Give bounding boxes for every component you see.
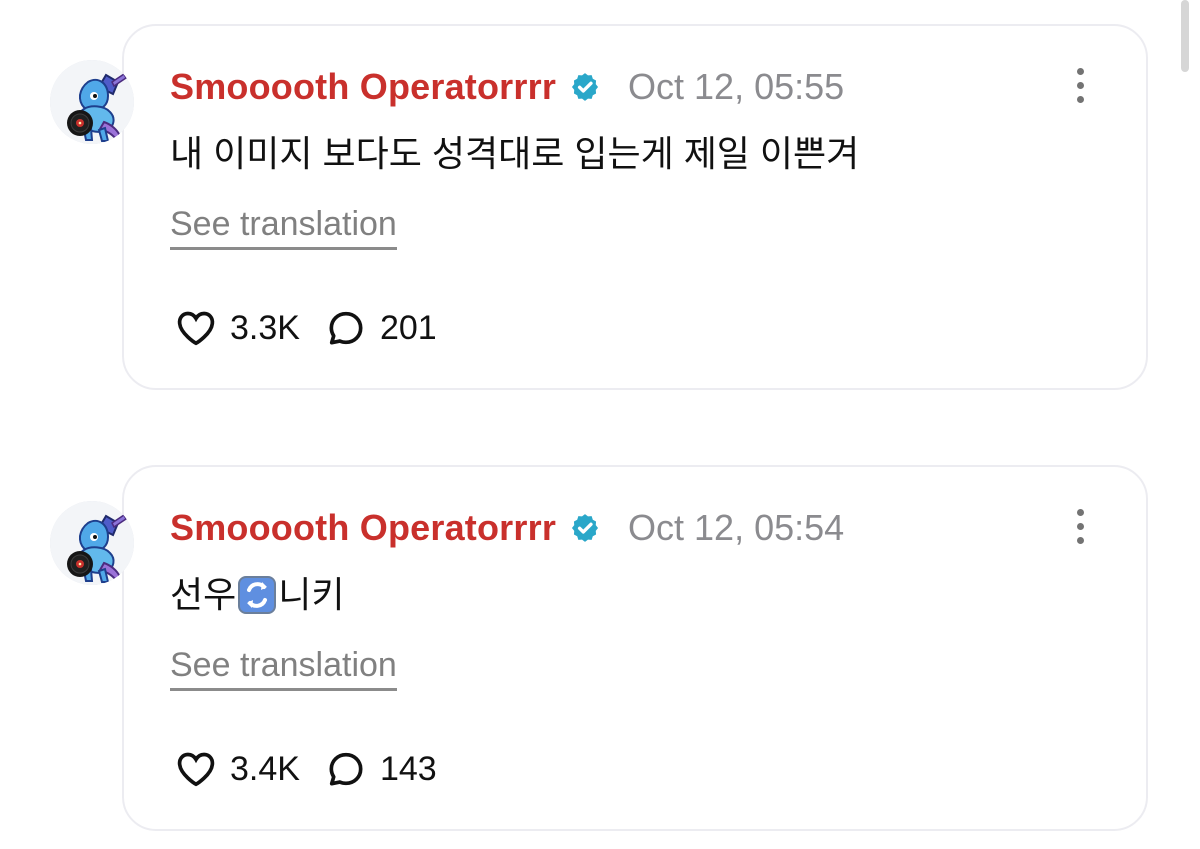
post-text: 선우 니키 — [170, 575, 345, 615]
heart-icon — [177, 311, 215, 346]
author-avatar[interactable] — [50, 501, 134, 585]
like-count: 3.3K — [230, 309, 300, 347]
more-dot-icon — [1077, 509, 1084, 516]
post-timestamp[interactable]: Oct 12, 05:55 — [628, 69, 844, 105]
speech-bubble-icon — [329, 752, 363, 786]
post-card: Smooooth Operatorrrr Oct 12, 05:54 선우 니키… — [50, 465, 1148, 831]
post-text-part: 선우 — [170, 574, 237, 616]
more-options-button[interactable] — [1068, 66, 1092, 106]
page-scrollbar[interactable] — [1181, 0, 1189, 72]
author-name[interactable]: Smooooth Operatorrrr — [170, 69, 556, 105]
mascot-avatar-icon — [50, 60, 134, 144]
author-avatar[interactable] — [50, 60, 134, 144]
like-count: 3.4K — [230, 750, 300, 788]
speech-bubble-icon — [329, 311, 363, 345]
comment-button[interactable]: 143 — [324, 747, 437, 791]
more-dot-icon — [1077, 68, 1084, 75]
heart-icon — [177, 752, 215, 787]
verified-icon — [571, 514, 599, 542]
post-text: 내 이미지 보다도 성격대로 입는게 제일 이쁜겨 — [170, 133, 860, 174]
mascot-avatar-icon — [50, 501, 134, 585]
author-name[interactable]: Smooooth Operatorrrr — [170, 510, 556, 546]
more-options-button[interactable] — [1068, 507, 1092, 547]
post-actions: 3.4K 143 — [174, 747, 437, 791]
repeat-emoji-icon — [238, 576, 277, 614]
comment-count: 201 — [379, 309, 437, 347]
more-dot-icon — [1077, 96, 1084, 103]
post-text-part: 니키 — [278, 574, 345, 616]
post-card: Smooooth Operatorrrr Oct 12, 05:55 내 이미지… — [50, 24, 1148, 390]
post-actions: 3.3K 201 — [174, 306, 437, 350]
post-header: Smooooth Operatorrrr Oct 12, 05:54 — [170, 505, 844, 551]
see-translation-link[interactable]: See translation — [170, 646, 397, 692]
see-translation-link[interactable]: See translation — [170, 205, 397, 251]
post-header: Smooooth Operatorrrr Oct 12, 05:55 — [170, 64, 844, 110]
verified-icon — [571, 73, 599, 101]
like-button[interactable]: 3.4K — [174, 747, 300, 791]
like-button[interactable]: 3.3K — [174, 306, 300, 350]
more-dot-icon — [1077, 537, 1084, 544]
post-timestamp[interactable]: Oct 12, 05:54 — [628, 510, 844, 546]
comment-count: 143 — [379, 750, 437, 788]
more-dot-icon — [1077, 82, 1084, 89]
comment-button[interactable]: 201 — [324, 306, 437, 350]
more-dot-icon — [1077, 523, 1084, 530]
